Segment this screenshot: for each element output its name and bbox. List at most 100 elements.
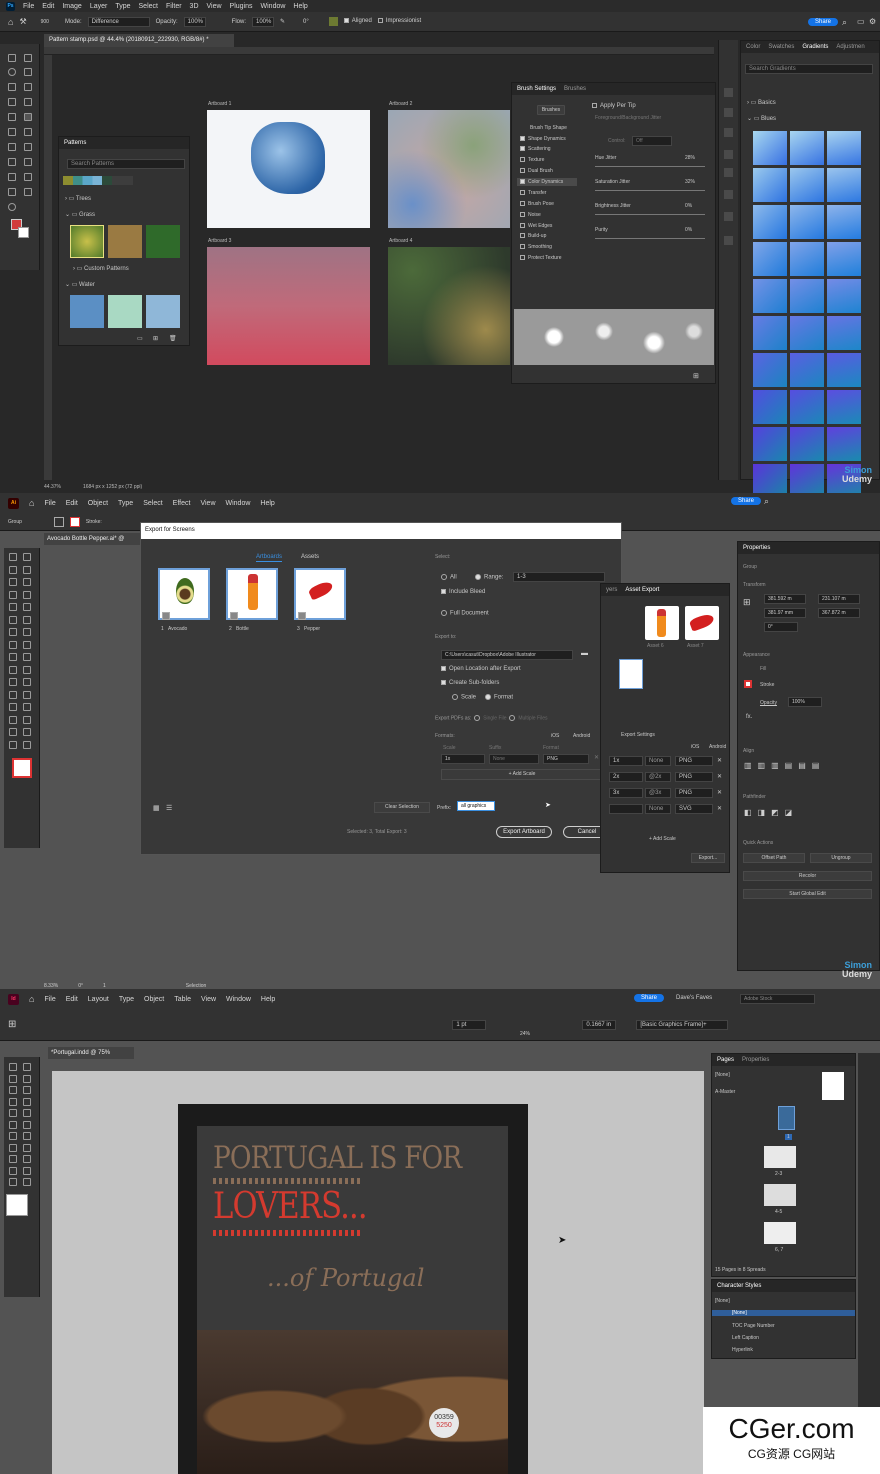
- ai-tool-icon[interactable]: [23, 615, 31, 624]
- ai-tool-icon[interactable]: [23, 678, 31, 686]
- gradient-swatch[interactable]: [790, 168, 824, 202]
- id-tool-icon[interactable]: [9, 1063, 17, 1071]
- ai-menu-effect[interactable]: Effect: [173, 500, 191, 507]
- pressure-icon[interactable]: [328, 17, 338, 26]
- ai-tool-icon[interactable]: [23, 603, 31, 611]
- id-tool-icon[interactable]: [23, 1178, 31, 1186]
- opacity-field[interactable]: 100%: [788, 697, 822, 707]
- prop-stroke[interactable]: Stroke: [760, 682, 774, 688]
- flow-field[interactable]: 100%: [252, 16, 274, 27]
- opt-dual-brush[interactable]: Dual Brush: [520, 168, 553, 174]
- home-icon[interactable]: ⌂: [8, 17, 13, 27]
- zoom-tool-icon[interactable]: [8, 203, 16, 211]
- offset-path-button[interactable]: Offset Path: [743, 853, 805, 863]
- id-tool-icon[interactable]: [23, 1120, 31, 1129]
- gradient-swatch[interactable]: [753, 279, 787, 313]
- asset-android[interactable]: Android: [709, 744, 726, 750]
- hue-jitter-slider[interactable]: [595, 166, 705, 167]
- tab-swatches[interactable]: Swatches: [768, 44, 794, 50]
- menu-3d[interactable]: 3D: [190, 3, 199, 10]
- asset-row-scale[interactable]: 3x: [609, 788, 643, 798]
- id-tool-icon[interactable]: [9, 1178, 17, 1186]
- history-panel-icon[interactable]: [724, 88, 733, 97]
- patterns-search[interactable]: Search Patterns: [67, 159, 185, 169]
- type-tool-icon[interactable]: [8, 173, 16, 181]
- gradient-swatch[interactable]: [790, 390, 824, 424]
- gradient-swatch[interactable]: [827, 427, 861, 461]
- create-subfolders[interactable]: Create Sub-folders: [441, 680, 499, 686]
- id-doc-tab[interactable]: *Portugal.indd @ 75%: [48, 1047, 134, 1059]
- ungroup-button[interactable]: Ungroup: [810, 853, 872, 863]
- ai-tool-icon[interactable]: [9, 553, 17, 561]
- ai-tool-icon[interactable]: [23, 715, 31, 724]
- stroke-swatch-icon[interactable]: [69, 516, 80, 527]
- heal-tool-icon[interactable]: [24, 98, 32, 106]
- prop-fx[interactable]: fx.: [746, 714, 752, 720]
- tab-color[interactable]: Color: [746, 44, 760, 50]
- gradient-swatch[interactable]: [753, 242, 787, 276]
- asset-row-remove-icon[interactable]: ✕: [717, 805, 722, 812]
- prop-opacity[interactable]: Opacity: [760, 700, 777, 706]
- master-thumb[interactable]: [822, 1072, 844, 1100]
- reference-point-icon[interactable]: ⊞: [743, 597, 751, 608]
- ai-tool-icon[interactable]: [9, 628, 17, 636]
- artboard-1[interactable]: [207, 110, 370, 228]
- remove-scale-icon[interactable]: ✕: [594, 754, 599, 761]
- tab-asset-export[interactable]: Asset Export: [625, 587, 659, 593]
- ai-tool-icon[interactable]: [9, 653, 17, 661]
- id-menu-table[interactable]: Table: [174, 996, 191, 1003]
- opt-noise[interactable]: Noise: [520, 212, 541, 218]
- fill-swatch[interactable]: [53, 516, 64, 527]
- stamp-tool-active-icon[interactable]: [24, 113, 32, 121]
- full-document[interactable]: Full Document: [441, 610, 489, 617]
- folder-icon[interactable]: ▬: [581, 650, 588, 657]
- gradient-swatch[interactable]: [827, 131, 861, 165]
- asset-row-suffix[interactable]: @2x: [645, 772, 671, 782]
- home-icon[interactable]: ⌂: [29, 498, 34, 508]
- prop-fill[interactable]: Fill: [760, 666, 766, 672]
- sat-jitter-value[interactable]: 32%: [685, 179, 695, 185]
- ai-doc-tab[interactable]: Avocado Bottle Pepper.ai* @: [44, 533, 140, 545]
- id-tool-icon[interactable]: [9, 1074, 17, 1083]
- properties-title[interactable]: Properties: [743, 545, 770, 551]
- include-bleed[interactable]: Include Bleed: [441, 589, 485, 595]
- para-panel-icon[interactable]: [724, 168, 733, 177]
- ai-menu-view[interactable]: View: [200, 500, 215, 507]
- open-location[interactable]: Open Location after Export: [441, 666, 521, 672]
- tab-properties[interactable]: Properties: [742, 1057, 769, 1063]
- gradient-swatch[interactable]: [827, 279, 861, 313]
- ai-search-icon[interactable]: ⌕: [764, 496, 769, 507]
- water-pattern-3[interactable]: [146, 295, 180, 328]
- ai-tool-icon[interactable]: [9, 715, 17, 724]
- properties-icon[interactable]: [724, 212, 733, 221]
- menu-type[interactable]: Type: [115, 3, 130, 10]
- ai-tool-icon[interactable]: [23, 578, 31, 586]
- gradient-swatch[interactable]: [790, 353, 824, 387]
- id-menu-help[interactable]: Help: [261, 996, 275, 1003]
- thumb-pepper[interactable]: [294, 568, 346, 620]
- thumb-avocado[interactable]: [158, 568, 210, 620]
- gradient-swatch[interactable]: [827, 316, 861, 350]
- artboard-4[interactable]: [388, 247, 510, 365]
- id-tool-icon[interactable]: [23, 1074, 31, 1083]
- page-1-thumb[interactable]: [778, 1106, 795, 1130]
- id-tool-icon[interactable]: [9, 1155, 17, 1163]
- gradient-tool-icon[interactable]: [8, 143, 16, 151]
- gradient-swatch[interactable]: [790, 279, 824, 313]
- ai-share-button[interactable]: Share: [731, 497, 762, 505]
- subfolder-scale[interactable]: Scale: [452, 694, 476, 701]
- id-menu-type[interactable]: Type: [119, 996, 134, 1003]
- artboard-2[interactable]: [388, 110, 510, 228]
- opt-brush-pose[interactable]: Brush Pose: [520, 201, 554, 207]
- pen-tool-icon[interactable]: [24, 158, 32, 166]
- crop-tool-icon[interactable]: [8, 83, 16, 91]
- tab-artboards[interactable]: Artboards: [256, 554, 283, 562]
- opt-build-up[interactable]: Build-up: [520, 233, 546, 239]
- lasso-tool-icon[interactable]: [8, 68, 16, 76]
- sat-jitter-slider[interactable]: [595, 190, 705, 191]
- asset-row-suffix[interactable]: @3x: [645, 788, 671, 798]
- tab-layers[interactable]: yers: [606, 587, 617, 593]
- spread-4-5-thumb[interactable]: [764, 1184, 796, 1206]
- opt-smoothing[interactable]: Smoothing: [520, 244, 552, 250]
- opt-wet-edges[interactable]: Wet Edges: [520, 223, 552, 229]
